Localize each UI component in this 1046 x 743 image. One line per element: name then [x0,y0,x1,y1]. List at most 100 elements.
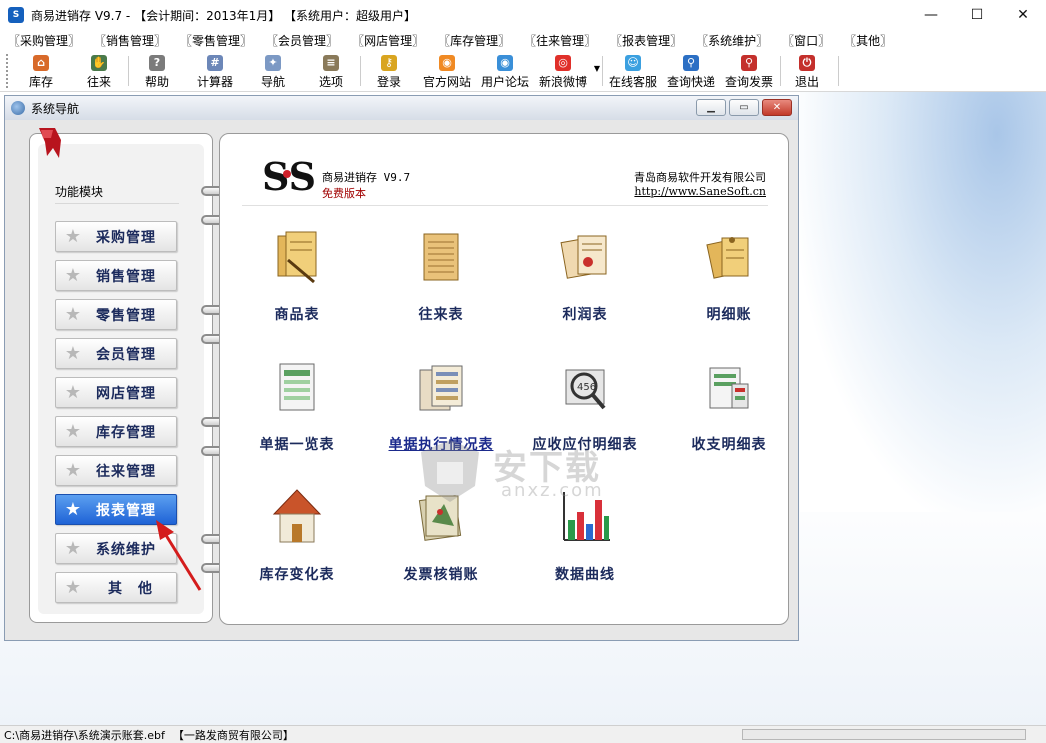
report-inventory-change[interactable]: 库存变化表 [232,486,362,584]
toolbar-label: 退出 [794,75,819,89]
help-icon: ? [149,55,165,71]
report-goods-table[interactable]: 商品表 [232,226,362,324]
report-invoice-writeoff[interactable]: 发票核销账 [376,486,506,584]
toolbar-accounts-button[interactable]: ✋ 往来 [76,52,122,90]
report-label: 利润表 [562,307,608,323]
toolbar-invoice-button[interactable]: ⚲ 查询发票 [722,52,776,90]
toolbar-label: 官方网站 [422,75,471,89]
close-button[interactable]: ✕ [1000,0,1046,30]
status-company: 【一路发商贸有限公司】 [172,728,294,742]
toolbar-forum-button[interactable]: ◉ 用户论坛 [478,52,532,90]
sanesoft-logo-icon: SS [262,154,314,196]
toolbar-exit-button[interactable]: ⏻ 退出 [784,52,830,90]
nav-close-button[interactable]: ✕ [762,99,792,116]
menu-system[interactable]: 〖系统维护〗 [696,32,768,49]
navigation-window-controls: ▁ ▭ ✕ [696,99,792,116]
module-label: 其 他 [108,580,153,597]
toolbar-grip[interactable] [6,54,9,88]
module-member-button[interactable]: ★ 会员管理 [55,338,177,369]
menu-retail[interactable]: 〖零售管理〗 [180,32,252,49]
module-label: 会员管理 [96,346,156,363]
report-profit-table[interactable]: 利润表 [520,226,650,324]
report-voucher-list[interactable]: 单据一览表 [232,356,362,454]
exit-icon: ⏻ [799,55,815,71]
menu-inventory[interactable]: 〖库存管理〗 [438,32,510,49]
menu-member[interactable]: 〖会员管理〗 [266,32,338,49]
module-divider [55,203,179,204]
navigation-title-bar[interactable]: 系统导航 ▁ ▭ ✕ [5,96,798,120]
report-panel: SS 商易进销存 V9.7 免费版本 青岛商易软件开发有限公司 http://w… [219,133,789,625]
menu-accounts[interactable]: 〖往来管理〗 [524,32,596,49]
module-panel-title: 功能模块 [55,185,104,199]
module-inventory-button[interactable]: ★ 库存管理 [55,416,177,447]
report-data-curve[interactable]: 数据曲线 [520,486,650,584]
toolbar-inventory-button[interactable]: ⌂ 库存 [18,52,64,90]
options-icon: ≡ [323,55,339,71]
toolbar-calculator-button[interactable]: # 计算器 [190,52,240,90]
toolbar-navigation-button[interactable]: ✦ 导航 [250,52,296,90]
module-sales-button[interactable]: ★ 销售管理 [55,260,177,291]
report-voucher-status[interactable]: 单据执行情况表 [376,356,506,454]
report-label: 商品表 [274,307,320,323]
star-icon: ★ [64,499,82,520]
module-label: 销售管理 [96,268,156,285]
menu-bar: 〖采购管理〗 〖销售管理〗 〖零售管理〗 〖会员管理〗 〖网店管理〗 〖库存管理… [0,30,1046,50]
invoice-icon [414,486,468,548]
report-account-table[interactable]: 往来表 [376,226,506,324]
star-icon: ★ [64,538,82,559]
module-accounts-button[interactable]: ★ 往来管理 [55,455,177,486]
toolbar-support-button[interactable]: ☺ 在线客服 [606,52,660,90]
menu-webshop[interactable]: 〖网店管理〗 [352,32,424,49]
red-arrow-annotation [156,520,202,591]
star-icon: ★ [64,343,82,364]
voucher-status-icon [414,356,468,418]
toolbar-help-button[interactable]: ? 帮助 [134,52,180,90]
module-label: 库存管理 [96,424,156,441]
minimize-button[interactable]: — [908,0,954,30]
toolbar-divider [838,56,839,86]
report-income-expense[interactable]: 收支明细表 [664,356,794,454]
module-purchase-button[interactable]: ★ 采购管理 [55,221,177,252]
company-website-link[interactable]: http://www.SaneSoft.cn [634,185,766,198]
toolbar-express-button[interactable]: ⚲ 查询快递 [664,52,718,90]
status-bar: C:\商易进销存\系统演示账套.ebf 【一路发商贸有限公司】 [0,725,1046,743]
toolbar-options-button[interactable]: ≡ 选项 [308,52,354,90]
menu-reports[interactable]: 〖报表管理〗 [610,32,682,49]
bar-chart-icon [558,486,612,548]
toolbar-weibo-button[interactable]: ◎ 新浪微博 [536,52,590,90]
module-label: 系统维护 [96,541,156,558]
toolbar-website-button[interactable]: ◉ 官方网站 [420,52,474,90]
toolbar-login-button[interactable]: ⚷ 登录 [366,52,412,90]
report-label: 单据执行情况表 [388,437,494,453]
menu-window[interactable]: 〖窗口〗 [782,32,830,49]
search-invoice-icon: ⚲ [741,55,757,71]
module-label: 网店管理 [96,385,156,402]
toolbar-label: 导航 [260,75,285,89]
window-title: 商易进销存 V9.7 - 【会计期间：2013年1月】 【系统用户：超级用户】 [31,8,417,23]
nav-restore-button[interactable]: ▭ [729,99,759,116]
module-webshop-button[interactable]: ★ 网店管理 [55,377,177,408]
window-controls: — ☐ ✕ [908,0,1046,30]
report-label: 数据曲线 [555,567,615,583]
bookmark-ribbon-icon [39,128,61,158]
report-label: 往来表 [418,307,464,323]
report-label: 收支明细表 [691,437,767,453]
toolbar-label: 查询快递 [666,75,715,89]
receivable-payable-icon: 456 [558,356,612,418]
product-edition: 免费版本 [322,187,366,200]
maximize-button[interactable]: ☐ [954,0,1000,30]
report-ledger[interactable]: 明细账 [664,226,794,324]
menu-other[interactable]: 〖其他〗 [844,32,892,49]
search-icon: ⚲ [683,55,699,71]
rss-icon: ◉ [439,55,455,71]
menu-sales[interactable]: 〖销售管理〗 [94,32,166,49]
menu-purchase[interactable]: 〖采购管理〗 [8,32,80,49]
module-retail-button[interactable]: ★ 零售管理 [55,299,177,330]
toolbar: ⌂ 库存 ✋ 往来 ? 帮助 # 计算器 ✦ 导航 ≡ 选项 ⚷ 登录 ◉ 官方… [0,50,1046,92]
report-receivable-payable[interactable]: 456 应收应付明细表 [520,356,650,454]
title-bar: S 商易进销存 V9.7 - 【会计期间：2013年1月】 【系统用户：超级用户… [0,0,1046,30]
toolbar-label: 在线客服 [608,75,657,89]
module-label: 采购管理 [96,229,156,246]
nav-minimize-button[interactable]: ▁ [696,99,726,116]
report-label: 发票核销账 [403,567,479,583]
